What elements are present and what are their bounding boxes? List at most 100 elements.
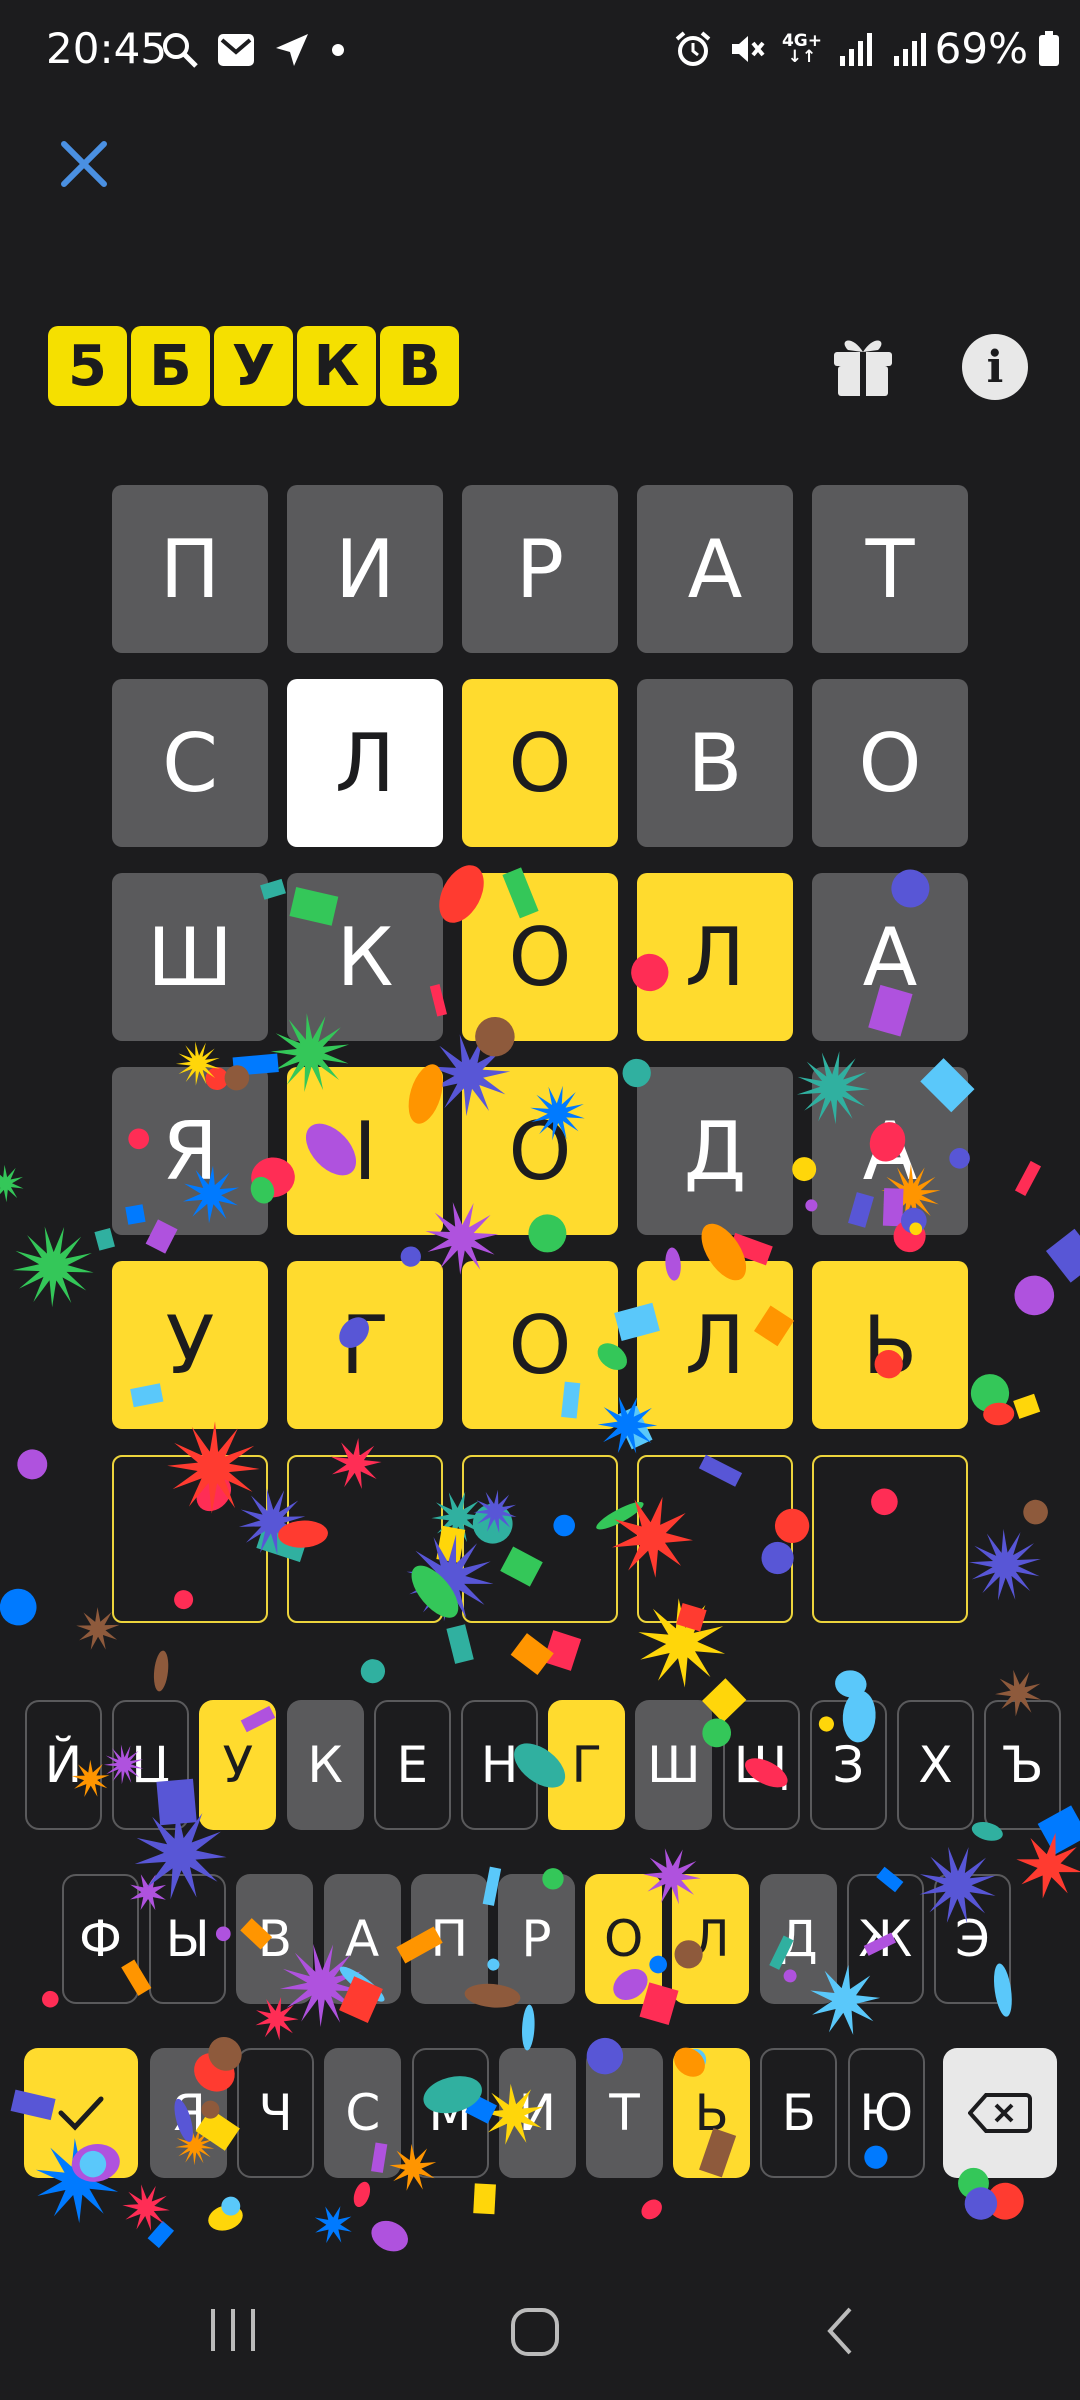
- key[interactable]: П: [410, 1874, 488, 2004]
- board-row: СЛОВО: [112, 679, 968, 847]
- key[interactable]: Ь: [673, 2048, 751, 2178]
- signal-icon: [894, 33, 926, 66]
- letter-tile: Р: [462, 485, 618, 653]
- confetti-piece: [983, 1402, 1015, 1426]
- key[interactable]: Л: [672, 1874, 750, 2004]
- mute-icon: [731, 36, 765, 62]
- battery-percent: 69%: [934, 24, 1028, 73]
- confetti-piece: [522, 2004, 535, 2051]
- backspace-key[interactable]: [943, 2048, 1057, 2178]
- board-row: ЯІОДА: [112, 1067, 968, 1235]
- confetti-piece: [371, 2220, 408, 2252]
- gift-icon[interactable]: [830, 330, 896, 398]
- key[interactable]: Ц: [112, 1700, 190, 1830]
- signal-icon: [840, 33, 872, 66]
- key[interactable]: Ф: [62, 1874, 139, 2004]
- confetti-piece: [153, 1650, 169, 1692]
- confetti-piece: [208, 2205, 243, 2231]
- key[interactable]: Щ: [722, 1700, 800, 1830]
- confetti-piece: [0, 1588, 37, 1626]
- key[interactable]: Ч: [237, 2048, 315, 2178]
- key[interactable]: В: [236, 1874, 314, 2004]
- confetti-piece: [1014, 1275, 1055, 1316]
- key[interactable]: Т: [586, 2048, 663, 2178]
- letter-tile: [637, 1455, 793, 1623]
- letter-tile: Л: [637, 1261, 793, 1429]
- letter-tile: П: [112, 485, 268, 653]
- letter-tile: Ш: [112, 873, 268, 1041]
- key[interactable]: Е: [373, 1700, 451, 1830]
- network-4g-icon: 4G+ ↓↑: [781, 31, 822, 67]
- key[interactable]: Г: [548, 1700, 626, 1830]
- logo-letter: Б: [131, 326, 210, 406]
- confetti-piece: [968, 1528, 1041, 1601]
- letter-tile: О: [462, 873, 618, 1041]
- keyboard-row-1: ЙЦУКЕНГШЩЗХЪ: [0, 1700, 1080, 1830]
- key[interactable]: Ъ: [984, 1700, 1062, 1830]
- back-icon[interactable]: [820, 2303, 860, 2359]
- letter-tile: А: [812, 873, 968, 1041]
- letter-tile: И: [287, 485, 443, 653]
- key[interactable]: З: [809, 1700, 887, 1830]
- info-button[interactable]: i: [962, 334, 1028, 400]
- confetti-piece: [1013, 1393, 1041, 1419]
- confetti-piece: [1014, 1160, 1042, 1196]
- letter-tile: [112, 1455, 268, 1623]
- key[interactable]: Д: [759, 1874, 837, 2004]
- battery-icon: [1039, 30, 1059, 66]
- board-row: ПИРАТ: [112, 485, 968, 653]
- letter-tile: О: [462, 1067, 618, 1235]
- confetti-piece: [314, 2206, 352, 2244]
- letter-tile: Г: [287, 1261, 443, 1429]
- key[interactable]: Р: [498, 1874, 575, 2004]
- key[interactable]: Э: [934, 1874, 1011, 2004]
- letter-tile: А: [812, 1067, 968, 1235]
- key[interactable]: Ю: [847, 2048, 925, 2178]
- confetti-piece: [964, 2187, 998, 2220]
- enter-key[interactable]: [24, 2048, 138, 2178]
- mail-icon: [218, 34, 254, 66]
- keyboard-row-2: ФЫВАПРОЛДЖЭ: [0, 1874, 1080, 2004]
- confetti-piece: [0, 1164, 24, 1203]
- letter-tile: Д: [637, 1067, 793, 1235]
- navigation-bar: [0, 2255, 1080, 2400]
- close-icon[interactable]: [50, 130, 118, 198]
- key[interactable]: Б: [760, 2048, 838, 2178]
- recent-apps-icon[interactable]: [205, 2305, 261, 2355]
- logo-letter: К: [297, 326, 376, 406]
- location-arrow-icon: [276, 34, 308, 66]
- confetti-piece: [641, 2199, 662, 2220]
- key[interactable]: О: [585, 1874, 663, 2004]
- key[interactable]: У: [199, 1700, 277, 1830]
- key[interactable]: Ж: [846, 1874, 924, 2004]
- letter-tile: [462, 1455, 618, 1623]
- letter-tile: Я: [112, 1067, 268, 1235]
- key[interactable]: С: [324, 2048, 402, 2178]
- key[interactable]: И: [498, 2048, 576, 2178]
- letter-tile: О: [462, 679, 618, 847]
- key[interactable]: Ш: [635, 1700, 713, 1830]
- letter-tile: Ь: [812, 1261, 968, 1429]
- letter-tile: [812, 1455, 968, 1623]
- letter-tile: К: [287, 873, 443, 1041]
- home-icon[interactable]: [508, 2305, 562, 2359]
- confetti-piece: [970, 1374, 1010, 1413]
- key[interactable]: К: [286, 1700, 364, 1830]
- key[interactable]: Н: [461, 1700, 538, 1830]
- key[interactable]: Ы: [149, 1874, 227, 2004]
- search-icon: [163, 33, 198, 68]
- letter-tile: В: [637, 679, 793, 847]
- key[interactable]: Й: [25, 1700, 102, 1830]
- letter-tile: Л: [287, 679, 443, 847]
- confetti-piece: [17, 1449, 48, 1480]
- status-bar: 20:45 4G+ ↓↑ 69%: [0, 0, 1080, 100]
- key[interactable]: Я: [150, 2048, 227, 2178]
- letter-tile: С: [112, 679, 268, 847]
- key[interactable]: М: [411, 2048, 489, 2178]
- key[interactable]: Х: [897, 1700, 974, 1830]
- letter-tile: Л: [637, 873, 793, 1041]
- key[interactable]: А: [323, 1874, 401, 2004]
- letter-tile: Т: [812, 485, 968, 653]
- board-row: [112, 1455, 968, 1623]
- board-row: УГОЛЬ: [112, 1261, 968, 1429]
